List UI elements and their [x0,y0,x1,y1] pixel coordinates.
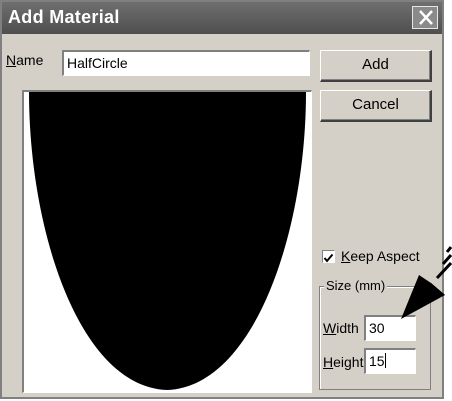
width-input-value: 30 [369,320,385,336]
window-title: Add Material [8,7,120,27]
name-label: Name [6,52,44,68]
shape-preview [22,90,312,393]
height-input[interactable]: 15 [364,348,416,374]
name-input[interactable]: HalfCircle [62,50,310,76]
title-bar[interactable]: Add Material [2,2,442,34]
pointer-arrow-icon [401,246,452,319]
width-label: Width [323,320,359,336]
close-button[interactable] [412,6,438,29]
add-button[interactable]: Add [320,50,432,82]
height-input-value: 15 [369,353,385,369]
text-caret [384,353,386,368]
add-material-dialog: Add Material Name HalfCircle Add Cancel … [0,0,444,399]
height-label: Height [323,354,364,370]
half-circle-shape [29,92,306,390]
name-input-value: HalfCircle [67,55,128,71]
close-icon [419,10,433,25]
checkmark-icon [323,253,334,263]
cancel-button[interactable]: Cancel [320,90,432,122]
keep-aspect-checkbox[interactable] [322,250,335,263]
size-group-legend: Size (mm) [324,278,388,293]
